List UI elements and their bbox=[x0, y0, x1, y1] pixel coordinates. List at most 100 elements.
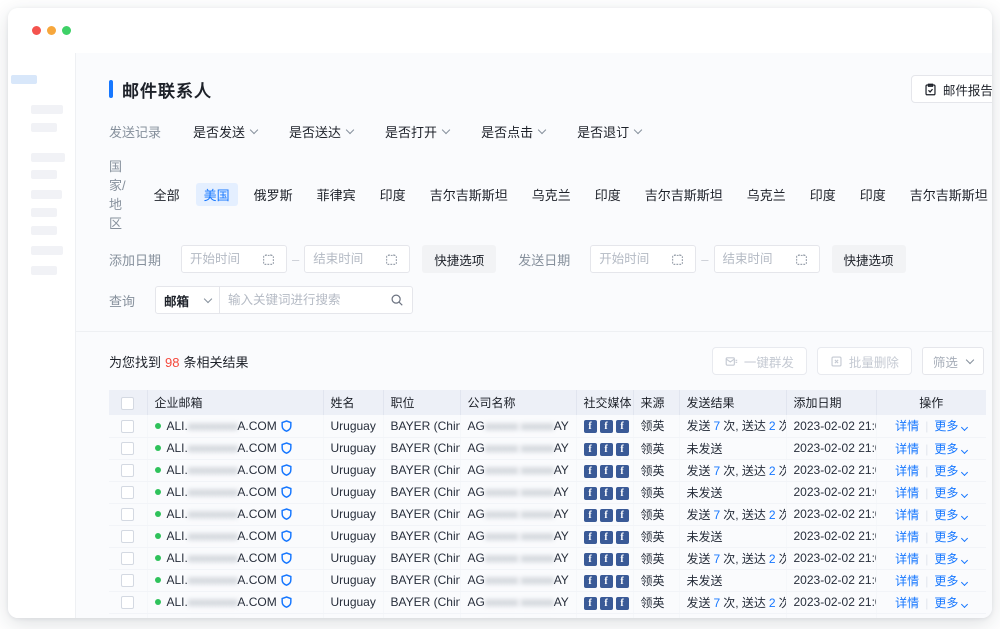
more-link[interactable]: 更多 bbox=[934, 552, 967, 566]
detail-link[interactable]: 详情 bbox=[895, 508, 919, 522]
detail-link[interactable]: 详情 bbox=[895, 552, 919, 566]
facebook-icon[interactable]: f bbox=[600, 575, 613, 588]
detail-link[interactable]: 详情 bbox=[895, 442, 919, 456]
facebook-icon[interactable]: f bbox=[616, 575, 629, 588]
facebook-icon[interactable]: f bbox=[584, 531, 597, 544]
sidebar-item[interactable] bbox=[31, 105, 63, 114]
facebook-icon[interactable]: f bbox=[600, 465, 613, 478]
facebook-icon[interactable]: f bbox=[616, 487, 629, 500]
filter-dropdown-2[interactable]: 是否送达 bbox=[289, 122, 353, 141]
facebook-icon[interactable]: f bbox=[584, 575, 597, 588]
facebook-icon[interactable]: f bbox=[600, 597, 613, 610]
filter-dropdown-4[interactable]: 是否点击 bbox=[481, 122, 545, 141]
sidebar-item[interactable] bbox=[31, 190, 62, 199]
sidebar-item[interactable] bbox=[31, 170, 57, 179]
row-checkbox[interactable] bbox=[121, 508, 134, 521]
facebook-icon[interactable]: f bbox=[584, 443, 597, 456]
row-checkbox[interactable] bbox=[121, 420, 134, 433]
more-link[interactable]: 更多 bbox=[934, 508, 967, 522]
row-checkbox[interactable] bbox=[121, 464, 134, 477]
minimize-window-icon[interactable] bbox=[47, 26, 56, 35]
region-option[interactable]: 印度 bbox=[852, 183, 894, 206]
row-checkbox[interactable] bbox=[121, 574, 134, 587]
region-option[interactable]: 全部 bbox=[146, 183, 188, 206]
facebook-icon[interactable]: f bbox=[616, 531, 629, 544]
facebook-icon[interactable]: f bbox=[600, 509, 613, 522]
send-date-start-input[interactable] bbox=[599, 252, 671, 266]
region-option[interactable]: 乌克兰 bbox=[739, 183, 794, 206]
facebook-icon[interactable]: f bbox=[584, 465, 597, 478]
detail-link[interactable]: 详情 bbox=[895, 596, 919, 610]
facebook-icon[interactable]: f bbox=[616, 509, 629, 522]
detail-link[interactable]: 详情 bbox=[895, 618, 919, 619]
sidebar-item[interactable] bbox=[31, 266, 57, 275]
row-checkbox[interactable] bbox=[121, 442, 134, 455]
facebook-icon[interactable]: f bbox=[584, 509, 597, 522]
row-checkbox[interactable] bbox=[121, 552, 134, 565]
more-link[interactable]: 更多 bbox=[934, 618, 967, 619]
more-link[interactable]: 更多 bbox=[934, 442, 967, 456]
sidebar-item[interactable] bbox=[31, 246, 63, 255]
region-option[interactable]: 印度 bbox=[587, 183, 629, 206]
shield-icon[interactable] bbox=[281, 552, 292, 564]
region-option[interactable]: 吉尔吉斯斯坦 bbox=[422, 183, 516, 206]
region-option[interactable]: 美国 bbox=[196, 183, 238, 206]
shield-icon[interactable] bbox=[281, 464, 292, 476]
facebook-icon[interactable]: f bbox=[616, 465, 629, 478]
facebook-icon[interactable]: f bbox=[600, 531, 613, 544]
shield-icon[interactable] bbox=[281, 574, 292, 586]
sidebar-item[interactable] bbox=[31, 153, 65, 162]
sidebar-item[interactable] bbox=[31, 208, 57, 217]
detail-link[interactable]: 详情 bbox=[895, 419, 919, 433]
row-checkbox[interactable] bbox=[121, 530, 134, 543]
row-checkbox[interactable] bbox=[121, 596, 134, 609]
detail-link[interactable]: 详情 bbox=[895, 464, 919, 478]
detail-link[interactable]: 详情 bbox=[895, 574, 919, 588]
shield-icon[interactable] bbox=[281, 596, 292, 608]
more-link[interactable]: 更多 bbox=[934, 464, 967, 478]
region-option[interactable]: 吉尔吉斯斯坦 bbox=[902, 183, 992, 206]
facebook-icon[interactable]: f bbox=[616, 420, 629, 433]
bulk-send-button[interactable]: 一键群发 bbox=[712, 347, 807, 375]
close-window-icon[interactable] bbox=[32, 26, 41, 35]
more-link[interactable]: 更多 bbox=[934, 419, 967, 433]
facebook-icon[interactable]: f bbox=[600, 553, 613, 566]
facebook-icon[interactable]: f bbox=[616, 597, 629, 610]
bulk-delete-button[interactable]: 批量删除 bbox=[817, 347, 912, 375]
detail-link[interactable]: 详情 bbox=[895, 530, 919, 544]
filter-select[interactable]: 筛选 bbox=[922, 347, 984, 375]
detail-link[interactable]: 详情 bbox=[895, 486, 919, 500]
facebook-icon[interactable]: f bbox=[600, 487, 613, 500]
region-option[interactable]: 吉尔吉斯斯坦 bbox=[637, 183, 731, 206]
add-date-start-input[interactable] bbox=[190, 252, 262, 266]
region-option[interactable]: 菲律宾 bbox=[309, 183, 364, 206]
send-date-end-input[interactable] bbox=[723, 252, 795, 266]
add-date-end-input[interactable] bbox=[313, 252, 385, 266]
facebook-icon[interactable]: f bbox=[600, 443, 613, 456]
sidebar-item[interactable] bbox=[31, 123, 57, 132]
facebook-icon[interactable]: f bbox=[616, 553, 629, 566]
shield-icon[interactable] bbox=[281, 508, 292, 520]
sidebar-item-active[interactable] bbox=[11, 75, 37, 84]
facebook-icon[interactable]: f bbox=[584, 420, 597, 433]
region-option[interactable]: 印度 bbox=[802, 183, 844, 206]
more-link[interactable]: 更多 bbox=[934, 596, 967, 610]
facebook-icon[interactable]: f bbox=[584, 487, 597, 500]
search-icon[interactable] bbox=[390, 293, 404, 307]
row-checkbox[interactable] bbox=[121, 486, 134, 499]
region-option[interactable]: 印度 bbox=[372, 183, 414, 206]
shield-icon[interactable] bbox=[281, 486, 292, 498]
sidebar-item[interactable] bbox=[31, 226, 57, 235]
add-date-quick-options-button[interactable]: 快捷选项 bbox=[422, 245, 496, 273]
search-input[interactable] bbox=[220, 293, 390, 307]
filter-dropdown-1[interactable]: 是否发送 bbox=[193, 122, 257, 141]
shield-icon[interactable] bbox=[281, 530, 292, 542]
more-link[interactable]: 更多 bbox=[934, 530, 967, 544]
facebook-icon[interactable]: f bbox=[584, 553, 597, 566]
more-link[interactable]: 更多 bbox=[934, 486, 967, 500]
shield-icon[interactable] bbox=[281, 442, 292, 454]
more-link[interactable]: 更多 bbox=[934, 574, 967, 588]
facebook-icon[interactable]: f bbox=[616, 443, 629, 456]
region-option[interactable]: 俄罗斯 bbox=[246, 183, 301, 206]
facebook-icon[interactable]: f bbox=[584, 597, 597, 610]
